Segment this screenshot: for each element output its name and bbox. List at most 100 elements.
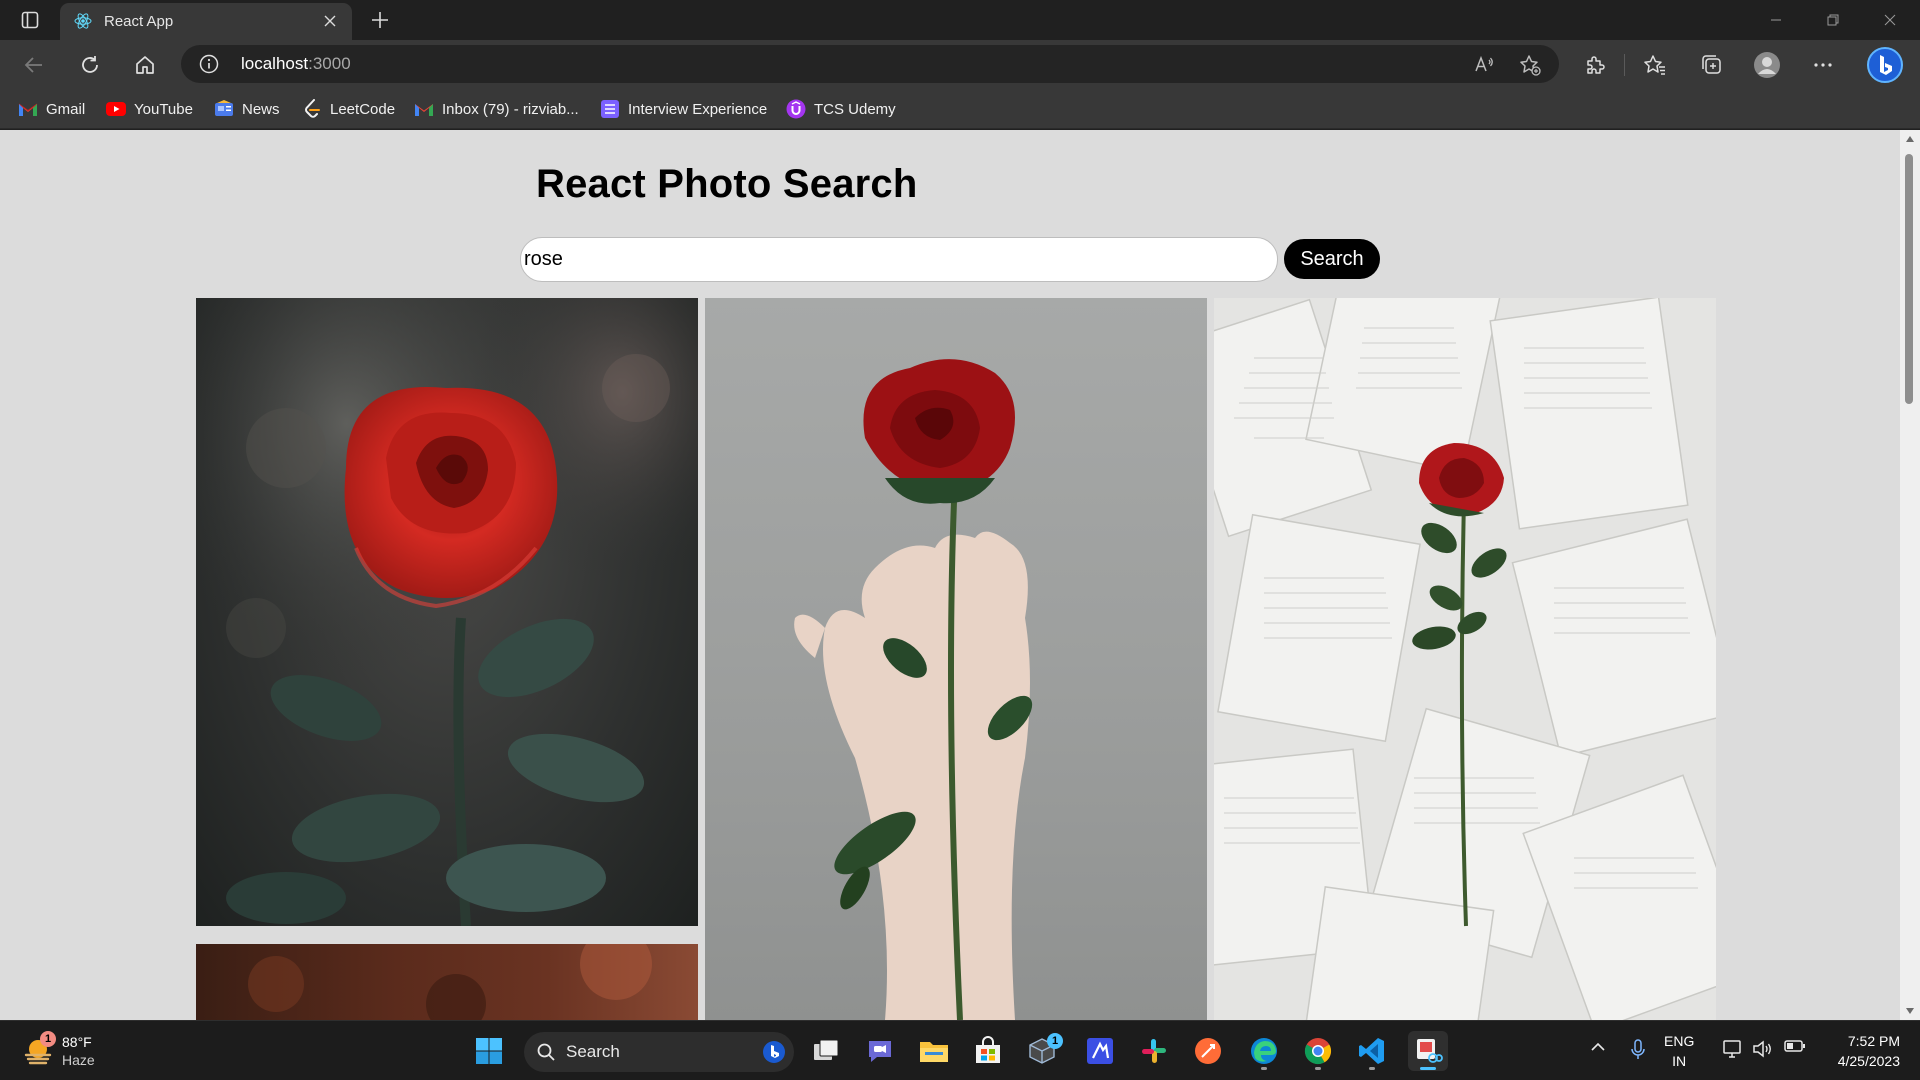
read-aloud-button[interactable] bbox=[1471, 52, 1497, 78]
read-aloud-icon bbox=[1475, 55, 1493, 72]
show-hidden-icons-button[interactable] bbox=[1590, 1039, 1606, 1055]
chrome-button[interactable] bbox=[1298, 1031, 1338, 1071]
tab-react-app[interactable]: React App bbox=[60, 3, 352, 40]
search-button[interactable]: Search bbox=[1284, 239, 1380, 279]
close-icon bbox=[324, 15, 336, 27]
microsoft-store-button[interactable] bbox=[968, 1031, 1008, 1071]
extensions-button[interactable] bbox=[1580, 50, 1610, 80]
scroll-thumb[interactable] bbox=[1905, 154, 1913, 404]
start-button[interactable] bbox=[469, 1031, 509, 1071]
windows-taskbar: 1 88°F Haze Search 1 ENG IN 7:52 PM 4/25… bbox=[0, 1020, 1920, 1080]
bookmark-inbox[interactable]: Inbox (79) - rizviab... bbox=[414, 97, 579, 121]
teams-chat-icon bbox=[869, 1041, 891, 1062]
edge-icon bbox=[1251, 1038, 1277, 1064]
scroll-up-button[interactable] bbox=[1904, 134, 1916, 144]
info-icon[interactable] bbox=[199, 54, 219, 74]
bookmark-label: YouTube bbox=[134, 100, 193, 118]
microphone-button[interactable] bbox=[1630, 1039, 1646, 1061]
app-updates-button[interactable]: 1 bbox=[1022, 1031, 1063, 1071]
network-icon bbox=[1723, 1040, 1741, 1058]
new-tab-button[interactable] bbox=[366, 6, 394, 34]
bookmark-news[interactable]: News bbox=[214, 97, 280, 121]
bing-copilot-button[interactable] bbox=[1866, 46, 1904, 84]
task-view-button[interactable] bbox=[806, 1031, 846, 1071]
snipping-tool-icon bbox=[1417, 1039, 1443, 1063]
system-clock[interactable]: 7:52 PM 4/25/2023 bbox=[1820, 1031, 1900, 1071]
search-input[interactable] bbox=[520, 237, 1278, 282]
azure-data-studio-icon bbox=[1087, 1038, 1113, 1064]
url-port: :3000 bbox=[308, 54, 351, 73]
home-button[interactable] bbox=[128, 48, 162, 82]
slack-icon bbox=[1142, 1039, 1166, 1063]
add-favorite-button[interactable] bbox=[1517, 52, 1543, 78]
bookmark-label: LeetCode bbox=[330, 100, 396, 118]
reload-button[interactable] bbox=[73, 48, 107, 82]
restore-button[interactable] bbox=[1805, 0, 1861, 40]
url-text[interactable]: localhost:3000 bbox=[241, 54, 351, 74]
clock-date: 4/25/2023 bbox=[1837, 1053, 1900, 1069]
star-add-icon bbox=[1520, 55, 1541, 76]
postman-icon bbox=[1195, 1038, 1221, 1064]
page-scrollbar[interactable] bbox=[1900, 130, 1920, 1020]
url-host: localhost bbox=[241, 54, 309, 73]
snipping-tool-button[interactable] bbox=[1408, 1031, 1448, 1071]
tab-close-button[interactable] bbox=[318, 9, 342, 33]
tab-actions-button[interactable] bbox=[8, 6, 52, 34]
running-indicator bbox=[1369, 1067, 1375, 1070]
collections-button[interactable] bbox=[1696, 50, 1726, 80]
settings-menu-button[interactable] bbox=[1808, 50, 1838, 80]
minimize-button[interactable] bbox=[1748, 0, 1804, 40]
bookmark-label: News bbox=[242, 100, 280, 118]
weather-widget[interactable]: 1 88°F Haze bbox=[22, 1029, 95, 1073]
bookmark-gmail[interactable]: Gmail bbox=[18, 97, 85, 121]
taskbar-search[interactable]: Search bbox=[524, 1032, 794, 1072]
clock-time: 7:52 PM bbox=[1847, 1033, 1900, 1049]
bookmark-leetcode[interactable]: LeetCode bbox=[302, 97, 395, 121]
teams-chat-button[interactable] bbox=[860, 1031, 900, 1071]
puzzle-icon bbox=[1587, 56, 1605, 74]
weather-badge: 1 bbox=[40, 1031, 56, 1047]
minimize-icon bbox=[1771, 19, 1781, 21]
profile-button[interactable] bbox=[1752, 50, 1782, 80]
favorites-icon bbox=[1644, 55, 1665, 75]
photo-card[interactable] bbox=[705, 298, 1207, 1020]
bookmark-tcs-udemy[interactable]: TCS Udemy bbox=[786, 97, 896, 121]
restore-icon bbox=[1827, 14, 1839, 26]
tab-title: React App bbox=[104, 13, 174, 30]
bing-icon bbox=[1867, 47, 1903, 83]
speaker-icon bbox=[1753, 1040, 1771, 1058]
chevron-up-icon bbox=[1591, 1042, 1605, 1051]
photo-card[interactable] bbox=[196, 298, 698, 926]
bookmark-label: Interview Experience bbox=[628, 100, 768, 118]
postman-button[interactable] bbox=[1188, 1031, 1228, 1071]
updates-badge: 1 bbox=[1047, 1033, 1063, 1049]
weather-temp: 88°F bbox=[62, 1034, 92, 1050]
chrome-icon bbox=[1304, 1038, 1332, 1065]
file-explorer-button[interactable] bbox=[914, 1031, 954, 1071]
azure-data-studio-button[interactable] bbox=[1080, 1031, 1120, 1071]
running-indicator bbox=[1261, 1067, 1267, 1070]
back-button[interactable] bbox=[17, 48, 51, 82]
bookmark-youtube[interactable]: YouTube bbox=[106, 97, 193, 121]
tab-bar: React App bbox=[0, 0, 1920, 40]
address-bar[interactable]: localhost:3000 bbox=[181, 45, 1559, 83]
youtube-icon bbox=[106, 99, 126, 119]
network-status-button[interactable] bbox=[1722, 1039, 1744, 1059]
close-window-button[interactable] bbox=[1862, 0, 1918, 40]
slack-button[interactable] bbox=[1134, 1031, 1174, 1071]
microphone-icon bbox=[1631, 1039, 1645, 1059]
volume-button[interactable] bbox=[1752, 1039, 1774, 1059]
close-icon bbox=[1884, 14, 1896, 26]
language-indicator[interactable]: ENG IN bbox=[1664, 1031, 1694, 1071]
toolbar-separator bbox=[1624, 54, 1625, 76]
photo-card[interactable] bbox=[1214, 298, 1716, 1020]
bing-icon bbox=[763, 1041, 785, 1063]
photo-card[interactable] bbox=[196, 944, 698, 1020]
battery-button[interactable] bbox=[1784, 1039, 1806, 1053]
haze-sun-icon: 1 bbox=[22, 1031, 56, 1067]
edge-button[interactable] bbox=[1244, 1031, 1284, 1071]
vscode-button[interactable] bbox=[1352, 1031, 1392, 1071]
favorites-button[interactable] bbox=[1640, 50, 1670, 80]
bookmark-interview-experience[interactable]: Interview Experience bbox=[600, 97, 767, 121]
scroll-down-button[interactable] bbox=[1904, 1006, 1916, 1016]
